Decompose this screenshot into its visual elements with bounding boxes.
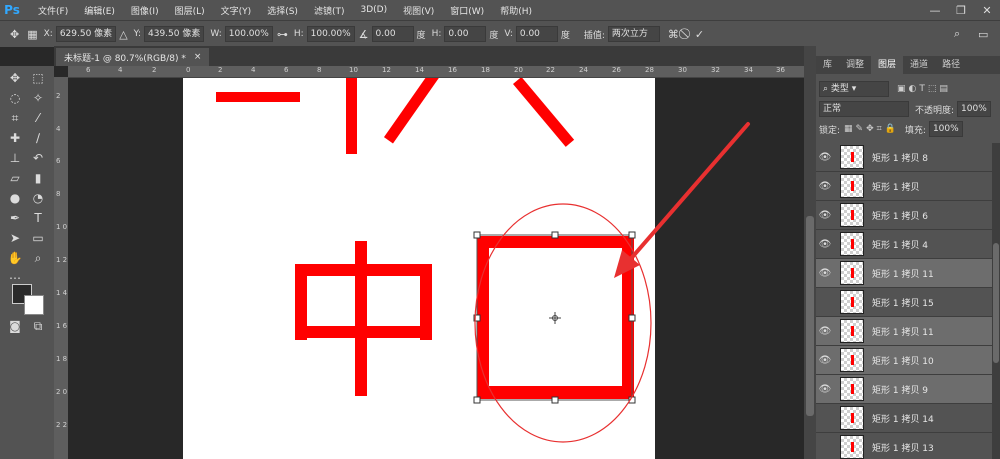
- layer-filter-label: 类型: [830, 84, 849, 94]
- layer-row[interactable]: 👁 矩形 1 拷贝 10: [816, 346, 992, 375]
- layer-row[interactable]: 👁 矩形 1 拷贝 11: [816, 317, 992, 346]
- eye-icon[interactable]: 👁: [816, 355, 834, 366]
- layer-name: 矩形 1 拷贝 15: [872, 298, 934, 309]
- transform-handle[interactable]: [628, 314, 636, 322]
- layer-list: 👁 矩形 1 拷贝 8 👁 矩形 1 拷贝 👁 矩形 1 拷贝 6 👁 矩形 1…: [816, 143, 1000, 459]
- tab-adjustments[interactable]: 调整: [839, 56, 871, 74]
- reference-point-crosshair[interactable]: [549, 312, 561, 324]
- layer-row[interactable]: 矩形 1 拷贝 15: [816, 288, 992, 317]
- layer-thumbnail: [840, 435, 864, 459]
- layer-row[interactable]: 矩形 1 拷贝 13: [816, 433, 992, 459]
- tab-paths[interactable]: 路径: [935, 56, 967, 74]
- filter-icons[interactable]: ▣◐T⬚▤: [897, 84, 951, 94]
- layer-row[interactable]: 👁 矩形 1 拷贝 4: [816, 230, 992, 259]
- eye-icon[interactable]: 👁: [816, 268, 834, 279]
- layer-thumbnail: [840, 348, 864, 372]
- layer-name: 矩形 1 拷贝 8: [872, 153, 929, 164]
- layer-row[interactable]: 👁 矩形 1 拷贝: [816, 172, 992, 201]
- layer-thumbnail: [840, 203, 864, 227]
- layer-thumbnail: [840, 319, 864, 343]
- lock-icons[interactable]: ▦✎✥⌗🔒: [844, 124, 899, 134]
- layers-panel: 库 调整 图层 通道 路径 ⌕ 类型 ▾ ▣◐T⬚▤ 正常 不透明度: 100%…: [816, 46, 1000, 459]
- eye-icon[interactable]: 👁: [816, 181, 834, 192]
- layer-thumbnail: [840, 377, 864, 401]
- lock-label: 锁定:: [819, 125, 841, 136]
- layer-row[interactable]: 👁 矩形 1 拷贝 8: [816, 143, 992, 172]
- layer-row[interactable]: 👁 矩形 1 拷贝 11: [816, 259, 992, 288]
- opacity-field[interactable]: 100%: [957, 101, 991, 117]
- layer-name: 矩形 1 拷贝 11: [872, 327, 934, 338]
- panel-tabs: 库 调整 图层 通道 路径: [816, 56, 1000, 74]
- canvas-scrollbar[interactable]: [804, 46, 816, 459]
- layer-name: 矩形 1 拷贝 10: [872, 356, 934, 367]
- layer-row[interactable]: 👁 矩形 1 拷贝 9: [816, 375, 992, 404]
- layer-name: 矩形 1 拷贝 4: [872, 240, 929, 251]
- layer-filter-row: ⌕ 类型 ▾ ▣◐T⬚▤: [816, 80, 1000, 98]
- layer-name: 矩形 1 拷贝 11: [872, 269, 934, 280]
- layer-row[interactable]: 👁 矩形 1 拷贝 6: [816, 201, 992, 230]
- blend-mode-select[interactable]: 正常: [819, 101, 909, 117]
- eye-icon[interactable]: 👁: [816, 326, 834, 337]
- layer-name: 矩形 1 拷贝 14: [872, 414, 934, 425]
- layer-name: 矩形 1 拷贝: [872, 182, 920, 193]
- transform-handle[interactable]: [628, 231, 636, 239]
- layer-thumbnail: [840, 261, 864, 285]
- opacity-label: 不透明度:: [915, 105, 955, 116]
- fill-label: 填充:: [904, 125, 926, 136]
- eye-icon[interactable]: 👁: [816, 210, 834, 221]
- eye-icon[interactable]: 👁: [816, 152, 834, 163]
- tab-libraries[interactable]: 库: [816, 56, 839, 74]
- transform-handle[interactable]: [473, 231, 481, 239]
- transform-handle[interactable]: [473, 396, 481, 404]
- layer-thumbnail: [840, 145, 864, 169]
- lock-row: 锁定: ▦✎✥⌗🔒 填充: 100%: [816, 120, 1000, 138]
- transform-handle[interactable]: [551, 231, 559, 239]
- layer-row[interactable]: 矩形 1 拷贝 14: [816, 404, 992, 433]
- blend-row: 正常 不透明度: 100%: [816, 100, 1000, 118]
- layer-name: 矩形 1 拷贝 9: [872, 385, 929, 396]
- annotation-arrow-shaft: [626, 122, 750, 264]
- layers-scrollbar-thumb[interactable]: [993, 243, 999, 363]
- layers-scrollbar[interactable]: [992, 143, 1000, 459]
- layer-name: 矩形 1 拷贝 13: [872, 443, 934, 454]
- annotation-ellipse: [474, 203, 652, 443]
- eye-icon[interactable]: 👁: [816, 239, 834, 250]
- tab-layers[interactable]: 图层: [871, 56, 904, 74]
- layer-name: 矩形 1 拷贝 6: [872, 211, 929, 222]
- layer-thumbnail: [840, 232, 864, 256]
- transform-handle[interactable]: [551, 396, 559, 404]
- eye-icon[interactable]: 👁: [816, 384, 834, 395]
- layer-thumbnail: [840, 174, 864, 198]
- tab-channels[interactable]: 通道: [903, 56, 935, 74]
- layer-filter-select[interactable]: ⌕ 类型 ▾: [819, 81, 889, 97]
- scrollbar-thumb[interactable]: [806, 216, 814, 416]
- layer-thumbnail: [840, 406, 864, 430]
- layer-thumbnail: [840, 290, 864, 314]
- fill-field[interactable]: 100%: [928, 121, 963, 137]
